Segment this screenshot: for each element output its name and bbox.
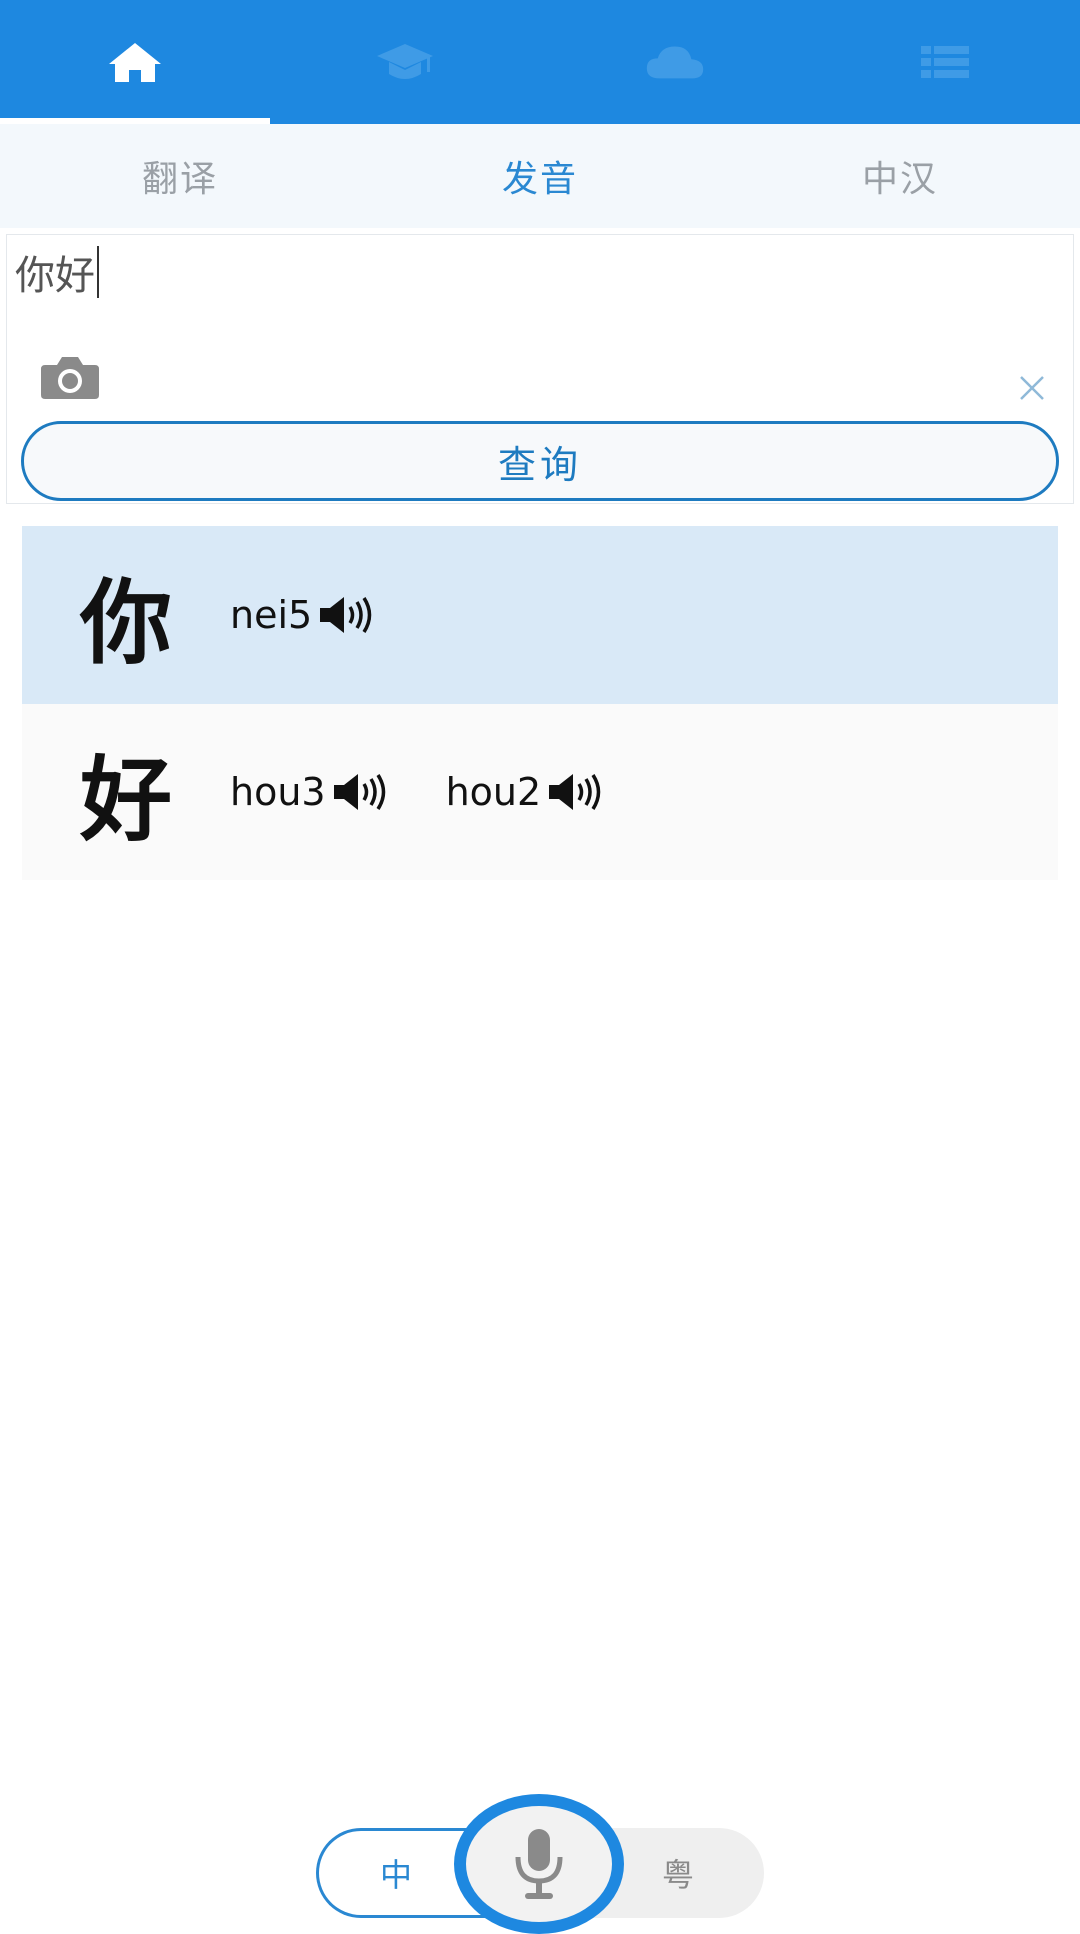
input-card: 你好 查询 bbox=[6, 234, 1074, 504]
result-row[interactable]: 你 nei5 bbox=[22, 526, 1058, 704]
pinyin-label: hou3 bbox=[230, 770, 326, 814]
sub-tabs: 翻译 发音 中汉 bbox=[0, 124, 1080, 228]
pinyin-label: hou2 bbox=[445, 770, 542, 814]
list-icon bbox=[921, 46, 969, 78]
results-list: 你 nei5 好 hou3 hou2 bbox=[22, 526, 1058, 880]
pronunciation-item[interactable]: nei5 bbox=[230, 593, 376, 637]
tab-home[interactable] bbox=[0, 0, 270, 124]
result-character: 你 bbox=[79, 569, 172, 677]
tab-list[interactable] bbox=[810, 0, 1080, 124]
cloud-icon bbox=[646, 46, 704, 79]
subtab-pronunciation[interactable]: 发音 bbox=[360, 124, 720, 228]
subtab-chinese-dict[interactable]: 中汉 bbox=[720, 124, 1080, 228]
result-row[interactable]: 好 hou3 hou2 bbox=[22, 704, 1058, 880]
microphone-icon bbox=[515, 1829, 563, 1899]
pronunciation-item[interactable]: hou2 bbox=[446, 770, 606, 814]
tab-cloud[interactable] bbox=[540, 0, 810, 124]
text-caret bbox=[97, 246, 99, 298]
speaker-icon[interactable] bbox=[318, 595, 376, 635]
pinyin-label: nei5 bbox=[230, 593, 313, 637]
language-label-mandarin: 中 bbox=[380, 1856, 413, 1894]
camera-icon[interactable] bbox=[39, 353, 101, 401]
graduation-cap-icon bbox=[377, 44, 433, 79]
search-input[interactable]: 你好 bbox=[15, 243, 99, 301]
clear-icon[interactable] bbox=[1017, 373, 1047, 403]
search-input-value: 你好 bbox=[15, 253, 95, 299]
language-label-cantonese: 粤 bbox=[662, 1856, 695, 1894]
speaker-icon[interactable] bbox=[547, 772, 605, 812]
query-button[interactable]: 查询 bbox=[21, 421, 1059, 501]
microphone-button[interactable] bbox=[454, 1794, 624, 1934]
pronunciation-item[interactable]: hou3 bbox=[230, 770, 390, 814]
home-icon bbox=[109, 43, 161, 82]
top-nav-bar bbox=[0, 0, 1080, 124]
subtab-translate[interactable]: 翻译 bbox=[0, 124, 360, 228]
tab-learn[interactable] bbox=[270, 0, 540, 124]
result-character: 好 bbox=[79, 746, 172, 854]
speaker-icon[interactable] bbox=[332, 772, 390, 812]
